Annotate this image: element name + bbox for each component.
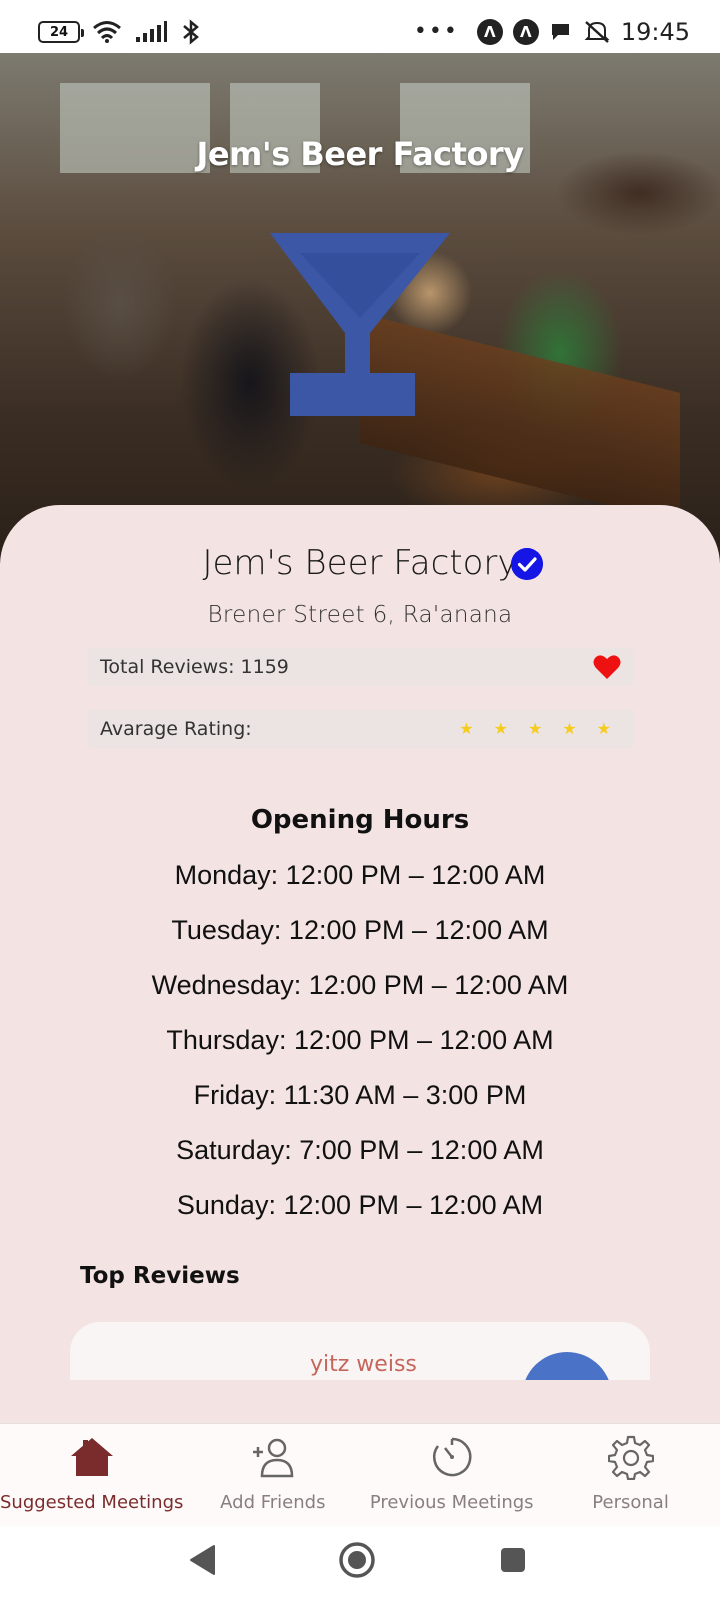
nav-label: Previous Meetings bbox=[369, 1492, 534, 1513]
wifi-icon bbox=[93, 21, 121, 43]
nav-label: Suggested Meetings bbox=[0, 1492, 184, 1513]
star-icon: ★ bbox=[493, 719, 508, 738]
system-navigation-bar bbox=[0, 1526, 720, 1600]
hero-title: Jem's Beer Factory bbox=[196, 135, 524, 173]
heart-icon[interactable] bbox=[593, 654, 621, 680]
nav-label: Personal bbox=[592, 1492, 669, 1513]
app-notification-icon: Λ bbox=[476, 19, 503, 45]
battery-level: 24 bbox=[49, 24, 69, 40]
nav-previous-meetings[interactable]: Previous Meetings bbox=[362, 1424, 541, 1526]
recent-apps-icon[interactable] bbox=[493, 1540, 533, 1580]
timer-icon bbox=[432, 1437, 472, 1477]
add-person-icon bbox=[252, 1438, 294, 1478]
home-icon bbox=[70, 1438, 113, 1476]
place-name: Jem's Beer Factory bbox=[202, 543, 518, 583]
hours-friday: Friday: 11:30 AM – 3:00 PM bbox=[193, 1080, 527, 1110]
back-icon[interactable] bbox=[183, 1540, 223, 1580]
top-reviews-title: Top Reviews bbox=[80, 1263, 240, 1289]
place-details-card: Jem's Beer Factory Brener Street 6, Ra'a… bbox=[0, 505, 720, 1425]
hours-wednesday: Wednesday: 12:00 PM – 12:00 AM bbox=[151, 970, 569, 1000]
gear-icon bbox=[607, 1435, 654, 1480]
place-address: Brener Street 6, Ra'anana bbox=[207, 602, 513, 628]
star-icon: ★ bbox=[527, 719, 543, 738]
verified-icon bbox=[511, 548, 543, 580]
nav-personal[interactable]: Personal bbox=[541, 1424, 720, 1526]
review-card[interactable]: yitz weiss bbox=[70, 1322, 650, 1380]
nav-label: Add Friends bbox=[220, 1492, 326, 1513]
star-icon: ★ bbox=[562, 719, 577, 738]
nav-add-friends[interactable]: Add Friends bbox=[183, 1424, 362, 1526]
app-notification-icon-2: Λ bbox=[512, 19, 539, 45]
rating-stars: ★ ★ ★ ★ ★ bbox=[459, 721, 611, 737]
average-rating-row: Avarage Rating: ★ ★ ★ ★ ★ bbox=[88, 710, 633, 748]
opening-hours-title: Opening Hours bbox=[250, 805, 470, 835]
home-button-icon[interactable] bbox=[337, 1540, 377, 1580]
bluetooth-icon bbox=[183, 19, 199, 45]
hours-saturday: Saturday: 7:00 PM – 12:00 AM bbox=[176, 1135, 544, 1165]
average-rating-label: Avarage Rating: bbox=[100, 718, 252, 740]
bottom-navigation: Suggested Meetings Add Friends Previous … bbox=[0, 1423, 720, 1526]
star-icon: ★ bbox=[459, 719, 474, 738]
hours-sunday: Sunday: 12:00 PM – 12:00 AM bbox=[176, 1190, 544, 1220]
hours-tuesday: Tuesday: 12:00 PM – 12:00 AM bbox=[171, 915, 549, 945]
signal-icon bbox=[136, 21, 167, 42]
total-reviews-row: Total Reviews: 1159 bbox=[88, 648, 633, 686]
hours-monday: Monday: 12:00 PM – 12:00 AM bbox=[174, 860, 546, 890]
star-icon: ★ bbox=[596, 719, 611, 738]
nav-suggested-meetings[interactable]: Suggested Meetings bbox=[0, 1424, 183, 1526]
clock: 19:45 bbox=[620, 18, 690, 46]
hours-thursday: Thursday: 12:00 PM – 12:00 AM bbox=[166, 1025, 554, 1055]
hero-image: Jem's Beer Factory bbox=[0, 53, 720, 563]
more-notifications-icon: ••• bbox=[413, 19, 459, 44]
opening-hours-list: Monday: 12:00 PM – 12:00 AM Tuesday: 12:… bbox=[0, 855, 720, 1240]
battery-icon: 24 bbox=[38, 21, 84, 43]
mute-icon bbox=[584, 21, 610, 43]
total-reviews-label: Total Reviews: 1159 bbox=[100, 656, 289, 678]
review-author: yitz weiss bbox=[310, 1352, 417, 1377]
review-avatar bbox=[522, 1352, 612, 1380]
cocktail-glass-icon bbox=[270, 233, 450, 416]
chat-bubble-icon bbox=[551, 24, 569, 40]
